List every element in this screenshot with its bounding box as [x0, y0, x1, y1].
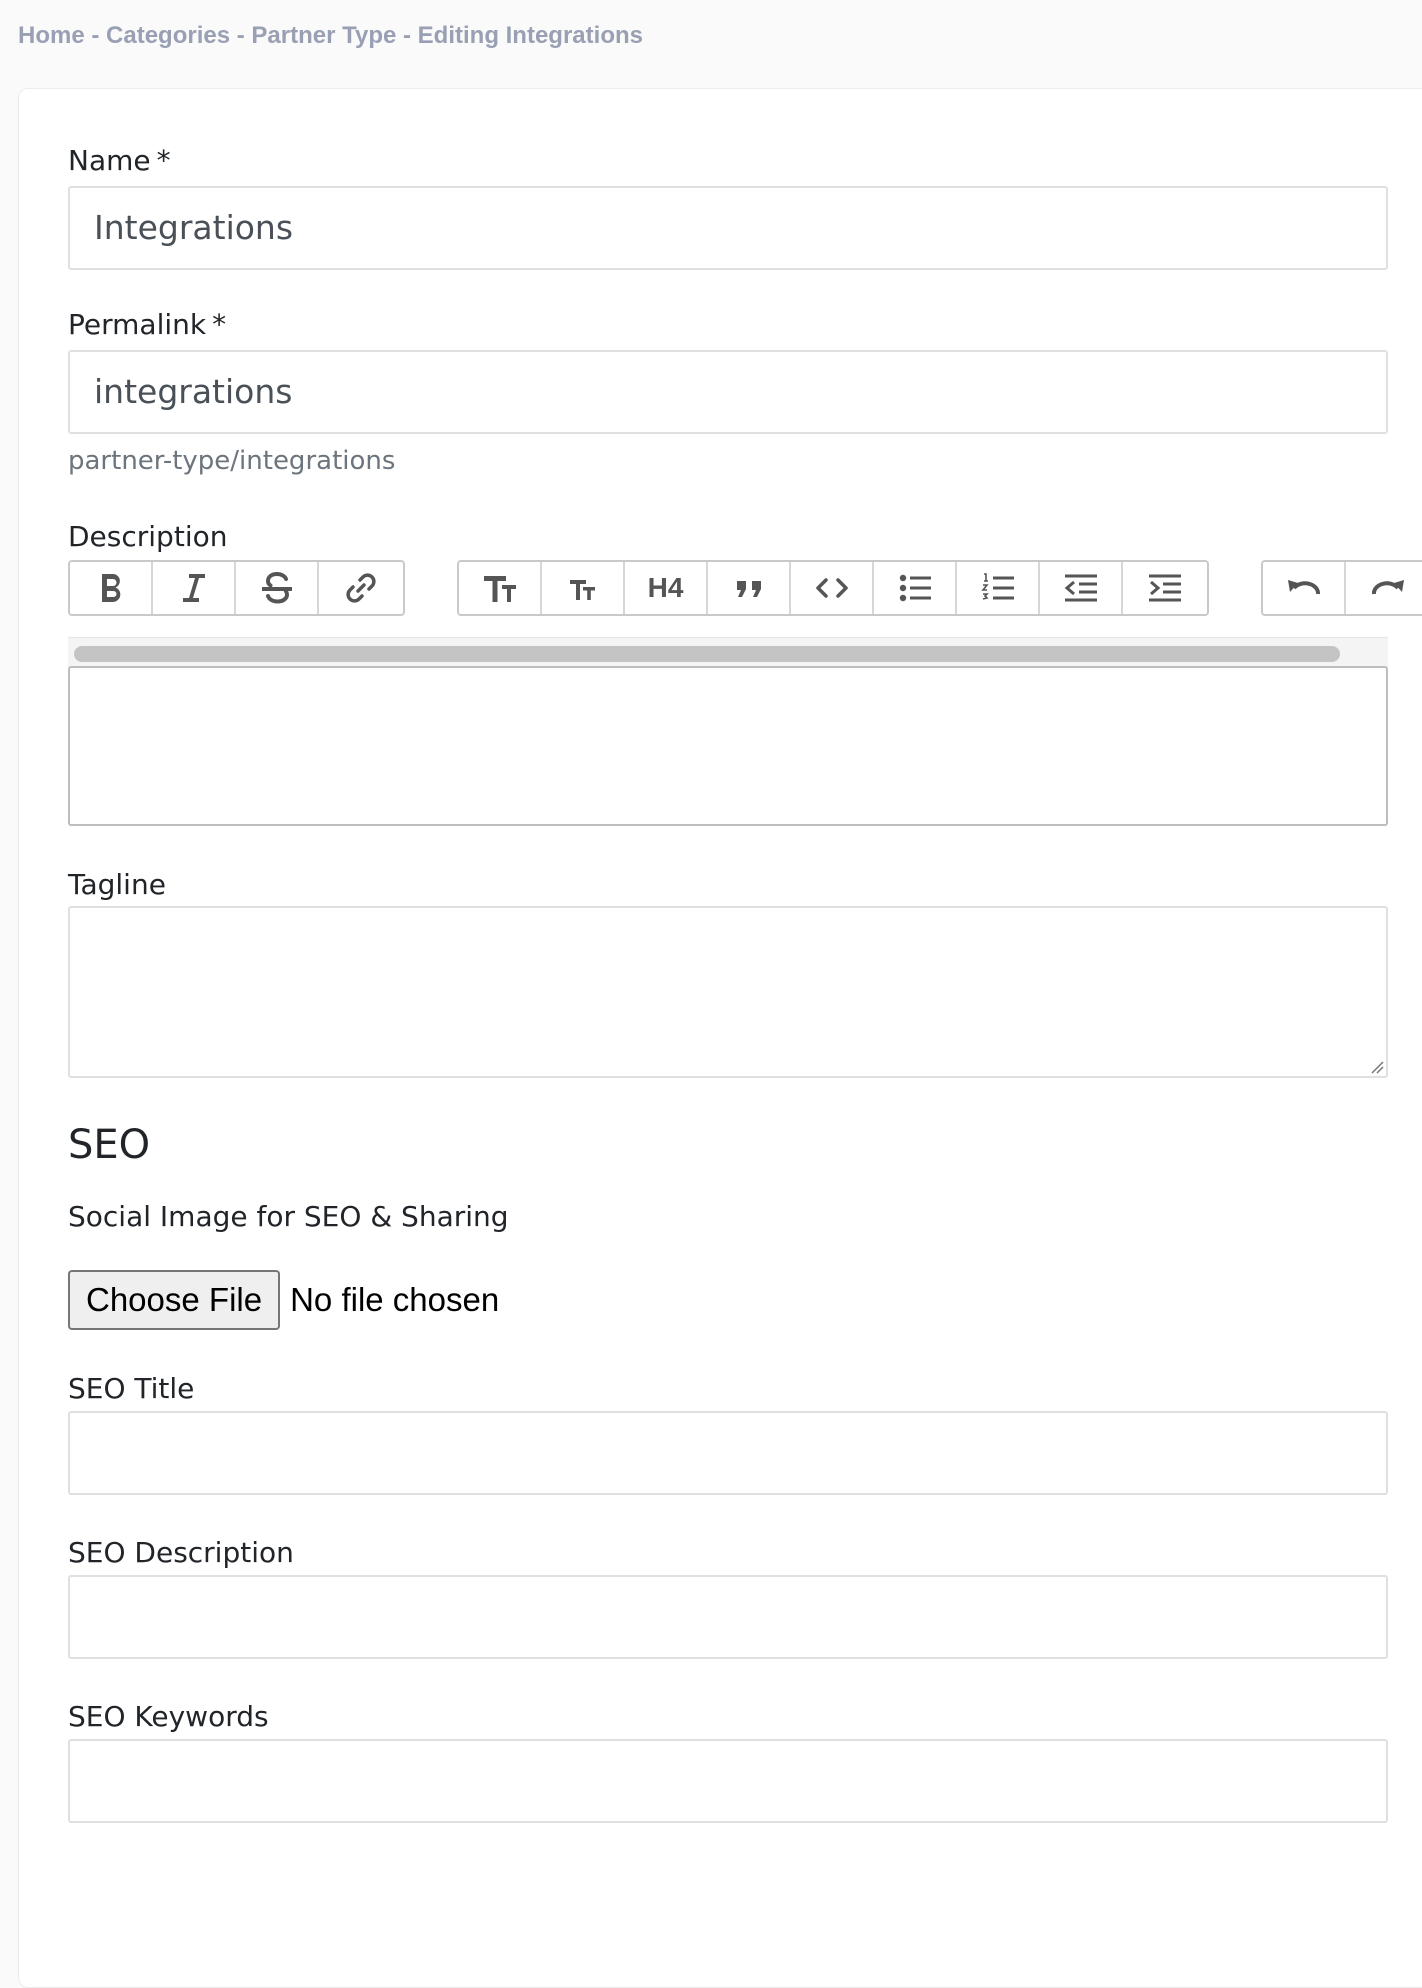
required-mark: * [156, 144, 171, 177]
toolbar-group-text [68, 560, 405, 616]
indent-icon [1148, 574, 1181, 602]
description-label: Description [68, 520, 228, 553]
heading-small-button[interactable] [542, 562, 625, 614]
breadcrumb-separator: - [396, 22, 418, 49]
heading-large-icon [483, 576, 516, 602]
toolbar-scrollbar-thumb[interactable] [74, 646, 1340, 662]
numbered-list-icon [980, 573, 1014, 600]
heading-large-button[interactable] [459, 562, 542, 614]
redo-icon [1371, 580, 1404, 595]
bold-button[interactable] [70, 562, 153, 614]
permalink-input[interactable]: integrations [68, 350, 1388, 434]
seo-keywords-label: SEO Keywords [68, 1700, 269, 1733]
social-image-label: Social Image for SEO & Sharing [68, 1200, 509, 1233]
breadcrumb-separator: - [230, 22, 252, 49]
name-input[interactable]: Integrations [68, 186, 1388, 270]
toolbar-scrollbar[interactable] [68, 637, 1388, 667]
breadcrumb-separator: - [84, 22, 107, 49]
resize-grip-icon[interactable] [1370, 1060, 1384, 1074]
tagline-label: Tagline [68, 868, 166, 901]
heading-small-icon [569, 580, 595, 600]
redo-button[interactable] [1346, 562, 1422, 614]
breadcrumb-home[interactable]: Home [18, 22, 85, 49]
breadcrumb-partner-type[interactable]: Partner Type [251, 22, 396, 49]
quote-icon [736, 581, 761, 597]
choose-file-button[interactable]: Choose File [68, 1270, 281, 1330]
social-image-file-input: Choose File No file chosen [68, 1270, 499, 1330]
seo-description-input[interactable] [68, 1575, 1388, 1659]
link-icon [345, 573, 376, 603]
strikethrough-icon [261, 571, 292, 604]
bold-icon [101, 574, 120, 602]
heading-4-label: H4 [647, 572, 684, 603]
permalink-label-text: Permalink [68, 308, 207, 341]
permalink-label: Permalink * [68, 308, 226, 341]
code-button[interactable] [791, 562, 874, 614]
toolbar-group-block: H4 [457, 560, 1209, 616]
seo-description-label: SEO Description [68, 1536, 294, 1569]
undo-button[interactable] [1263, 562, 1346, 614]
quote-button[interactable] [708, 562, 791, 614]
outdent-icon [1064, 574, 1097, 602]
code-icon [815, 578, 848, 598]
bullet-list-icon [899, 574, 931, 602]
name-label-text: Name [68, 144, 151, 177]
numbered-list-button[interactable] [957, 562, 1040, 614]
link-button[interactable] [319, 562, 402, 614]
seo-keywords-input[interactable] [68, 1739, 1388, 1823]
strikethrough-button[interactable] [236, 562, 319, 614]
toolbar-group-history [1261, 560, 1422, 616]
seo-heading: SEO [68, 1122, 151, 1168]
seo-title-input[interactable] [68, 1411, 1388, 1495]
heading-4-button[interactable]: H4 [625, 562, 708, 614]
seo-title-label: SEO Title [68, 1372, 195, 1405]
description-editor[interactable] [68, 666, 1388, 826]
file-status: No file chosen [290, 1281, 500, 1318]
outdent-button[interactable] [1040, 562, 1123, 614]
italic-icon [182, 574, 205, 602]
bullet-list-button[interactable] [874, 562, 957, 614]
italic-button[interactable] [153, 562, 236, 614]
tagline-textarea[interactable] [68, 906, 1388, 1078]
indent-button[interactable] [1123, 562, 1206, 614]
undo-icon [1287, 580, 1320, 595]
breadcrumb: Home - Categories - Partner Type - Editi… [18, 22, 643, 50]
permalink-preview: partner-type/integrations [68, 446, 396, 476]
breadcrumb-current: Editing Integrations [417, 22, 643, 49]
required-mark: * [212, 308, 227, 341]
breadcrumb-categories[interactable]: Categories [106, 22, 230, 49]
name-label: Name * [68, 144, 171, 177]
